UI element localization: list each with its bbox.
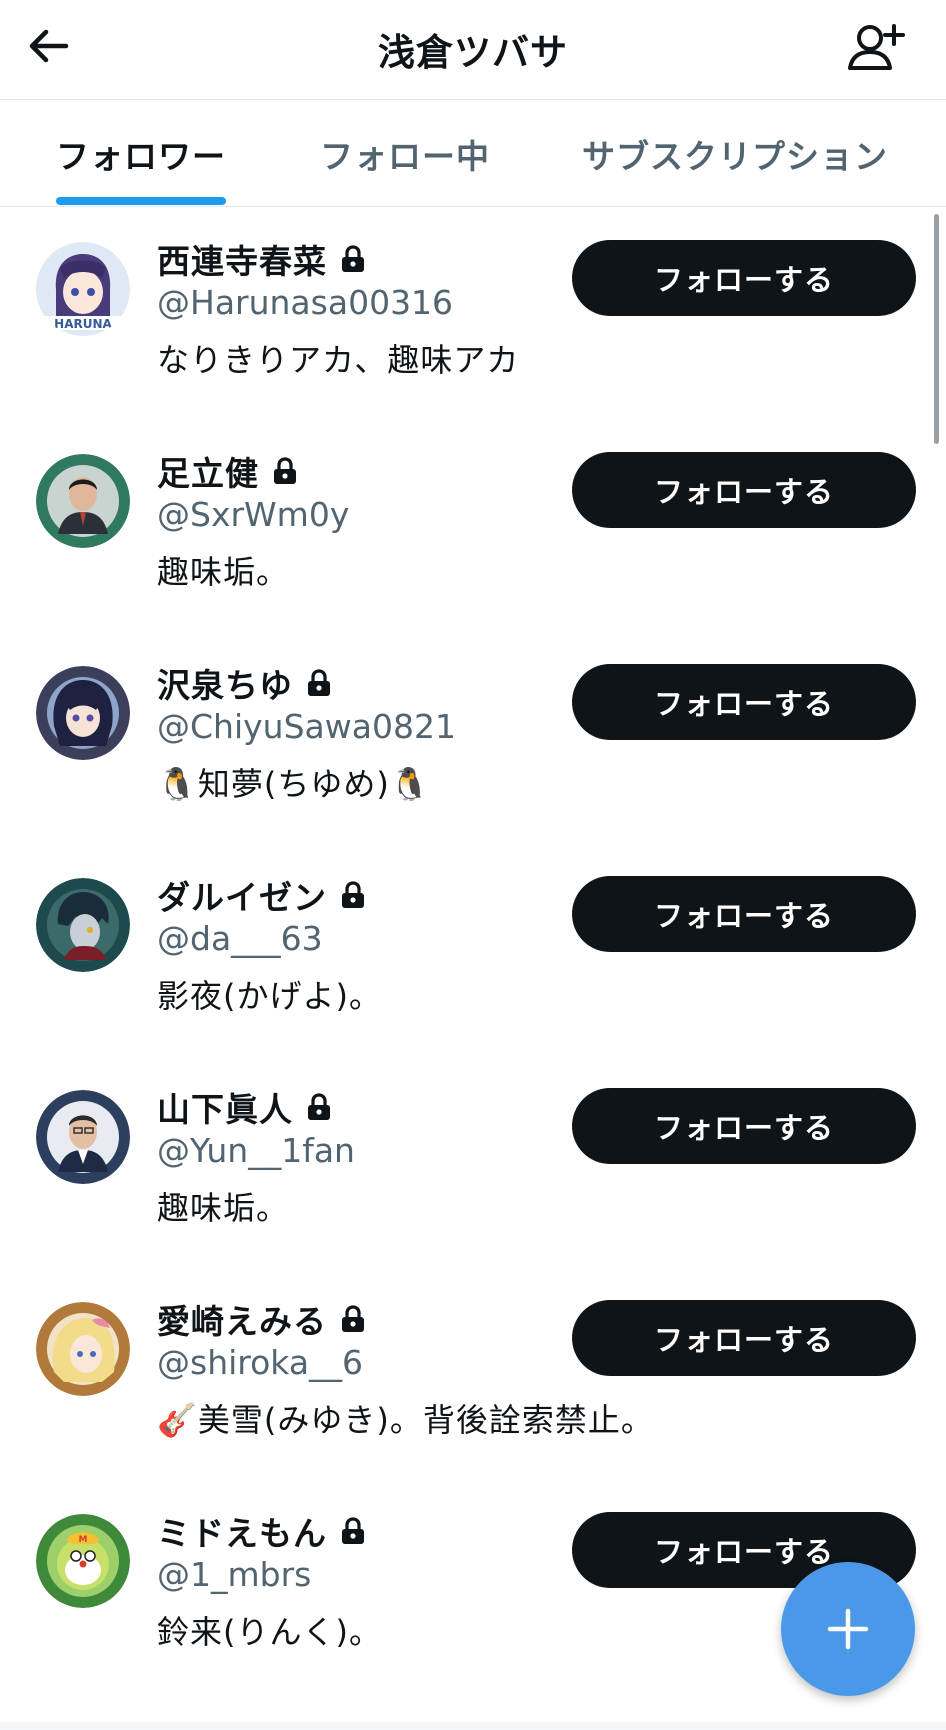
display-name: ミドえもん: [157, 1514, 327, 1553]
user-handle: @Yun__1fan: [157, 1131, 355, 1170]
avatar[interactable]: [36, 878, 130, 972]
name-line: 愛崎えみる: [157, 1295, 367, 1343]
compose-fab-button[interactable]: [781, 1562, 915, 1696]
plus-icon: [827, 1608, 869, 1650]
lock-icon: [342, 245, 364, 272]
follow-button[interactable]: フォローする: [572, 1300, 916, 1376]
lock-icon: [342, 881, 364, 908]
user-handle: @SxrWm0y: [157, 495, 350, 534]
bottom-edge: [0, 1722, 946, 1730]
user-handle: @shiroka__6: [157, 1343, 364, 1382]
follower-list: HARUNA 西連寺春菜 @Harunasa00316 なりきりアカ、趣味アカ …: [0, 207, 946, 1691]
user-bio: 鈴来(りんく)。: [157, 1613, 382, 1651]
follow-button[interactable]: フォローする: [572, 1088, 916, 1164]
name-line: 西連寺春菜: [157, 235, 367, 283]
avatar[interactable]: [36, 1302, 130, 1396]
user-bio: 🐧知夢(ちゆめ)🐧: [157, 765, 431, 803]
scrollbar[interactable]: [934, 214, 939, 444]
user-bio: なりきりアカ、趣味アカ: [157, 341, 520, 379]
lock-icon: [274, 457, 296, 484]
lock-icon: [342, 1305, 364, 1332]
display-name: ダルイゼン: [157, 878, 327, 917]
display-name: 足立健: [157, 454, 259, 493]
follow-button[interactable]: フォローする: [572, 240, 916, 316]
list-item[interactable]: ダルイゼン @da___63 影夜(かげよ)。 フォローする: [0, 843, 946, 1055]
follow-button[interactable]: フォローする: [572, 452, 916, 528]
user-handle: @da___63: [157, 919, 323, 958]
display-name: 愛崎えみる: [157, 1302, 327, 1341]
avatar[interactable]: [36, 1090, 130, 1184]
user-handle: @Harunasa00316: [157, 283, 454, 322]
name-line: ミドえもん: [157, 1507, 367, 1555]
user-handle: @1_mbrs: [157, 1555, 312, 1594]
tab-bar: フォロワー フォロー中 サブスクリプション: [0, 100, 946, 207]
display-name: 山下眞人: [157, 1090, 293, 1129]
display-name: 西連寺春菜: [157, 242, 327, 281]
user-bio: 🎸美雪(みゆき)。背後詮索禁止。: [157, 1401, 654, 1439]
name-line: 山下眞人: [157, 1083, 333, 1131]
follow-button[interactable]: フォローする: [572, 876, 916, 952]
page-title: 浅倉ツバサ: [378, 31, 568, 74]
list-item[interactable]: 愛崎えみる @shiroka__6 🎸美雪(みゆき)。背後詮索禁止。 フォローす…: [0, 1267, 946, 1479]
user-bio: 趣味垢。: [157, 553, 290, 591]
avatar[interactable]: M: [36, 1514, 130, 1608]
follow-button[interactable]: フォローする: [572, 664, 916, 740]
user-bio: 影夜(かげよ)。: [157, 977, 382, 1015]
user-bio: 趣味垢。: [157, 1189, 290, 1227]
lock-icon: [308, 669, 330, 696]
list-item[interactable]: 沢泉ちゆ @ChiyuSawa0821 🐧知夢(ちゆめ)🐧 フォローする: [0, 631, 946, 843]
svg-text:HARUNA: HARUNA: [54, 317, 112, 331]
avatar[interactable]: [36, 454, 130, 548]
name-line: 沢泉ちゆ: [157, 659, 333, 707]
lock-icon: [342, 1517, 364, 1544]
lock-icon: [308, 1093, 330, 1120]
user-handle: @ChiyuSawa0821: [157, 707, 456, 746]
display-name: 沢泉ちゆ: [157, 666, 293, 705]
list-item[interactable]: 山下眞人 @Yun__1fan 趣味垢。 フォローする: [0, 1055, 946, 1267]
app-header: 浅倉ツバサ: [0, 0, 946, 100]
tab-followers[interactable]: フォロワー: [56, 130, 226, 178]
name-line: 足立健: [157, 447, 299, 495]
add-user-button[interactable]: [844, 16, 908, 80]
person-plus-icon: [848, 24, 905, 70]
list-item[interactable]: 足立健 @SxrWm0y 趣味垢。 フォローする: [0, 419, 946, 631]
tab-subscriptions[interactable]: サブスクリプション: [582, 130, 888, 178]
tab-following[interactable]: フォロー中: [320, 130, 490, 178]
avatar[interactable]: [36, 666, 130, 760]
svg-text:M: M: [79, 1535, 88, 1545]
name-line: ダルイゼン: [157, 871, 367, 919]
list-item[interactable]: HARUNA 西連寺春菜 @Harunasa00316 なりきりアカ、趣味アカ …: [0, 207, 946, 419]
active-tab-indicator: [56, 197, 226, 205]
avatar[interactable]: HARUNA: [36, 242, 130, 336]
